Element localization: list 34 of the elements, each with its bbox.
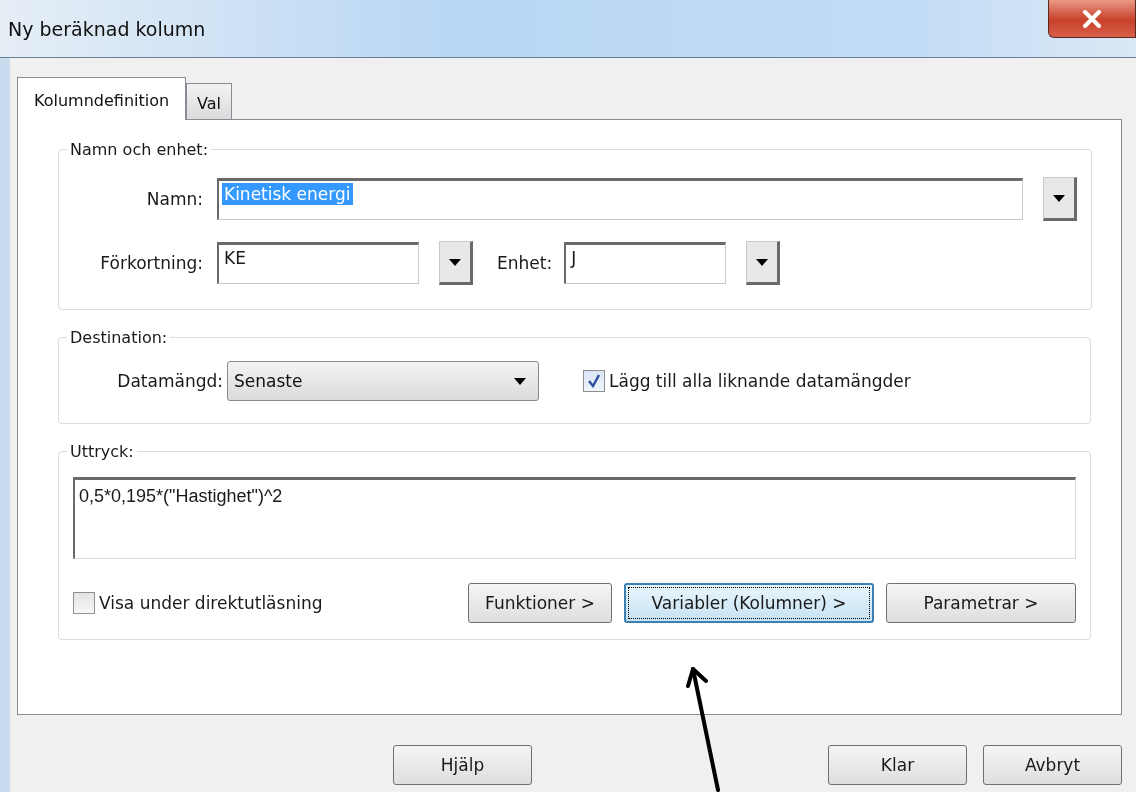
ok-button[interactable]: Klar (828, 745, 967, 785)
tab[interactable]: Kolumndefinition (17, 77, 187, 120)
checkbox[interactable] (583, 370, 605, 392)
insert-button[interactable]: Variabler (Kolumner) > (624, 583, 874, 623)
dataset-dropdown[interactable]: Senaste (227, 361, 539, 401)
insert-button[interactable]: Parametrar > (886, 583, 1076, 623)
help-button[interactable]: Hjälp (393, 745, 532, 785)
caret-icon (756, 258, 769, 266)
cancel-button[interactable]: Avbryt (983, 745, 1122, 785)
expression-field[interactable]: 0,5*0,195*("Hastighet")^2 (73, 477, 1076, 559)
check-icon (587, 374, 601, 388)
group-label: Destination: (69, 328, 169, 347)
caret-icon (1053, 194, 1065, 202)
close-icon (1081, 9, 1103, 28)
dropdown-button[interactable] (439, 241, 473, 285)
checkbox-option[interactable]: Visa under direktutläsning (73, 592, 323, 614)
window-title: Ny beräknad kolumn (8, 17, 206, 40)
checkbox[interactable] (73, 592, 95, 614)
caret-icon (449, 258, 461, 266)
field-label: Enhet: (497, 253, 553, 273)
group-label: Uttryck: (69, 442, 135, 461)
tab[interactable]: Val (186, 83, 233, 119)
checkbox-option[interactable]: Lägg till alla liknande datamängder (583, 370, 911, 392)
group-label: Namn och enhet: (69, 140, 210, 159)
insert-button[interactable]: Funktioner > (468, 583, 612, 623)
field-label: Namn: (145, 189, 203, 209)
unit-field[interactable]: J (564, 242, 727, 284)
dropdown-button[interactable] (1043, 177, 1077, 221)
field-label: Datamängd: (116, 371, 223, 391)
caret-icon (514, 377, 526, 385)
abbreviation-field[interactable]: KE (217, 242, 419, 284)
close-button[interactable] (1048, 0, 1136, 38)
field-label: Förkortning: (99, 253, 203, 273)
dropdown-button[interactable] (746, 241, 781, 285)
